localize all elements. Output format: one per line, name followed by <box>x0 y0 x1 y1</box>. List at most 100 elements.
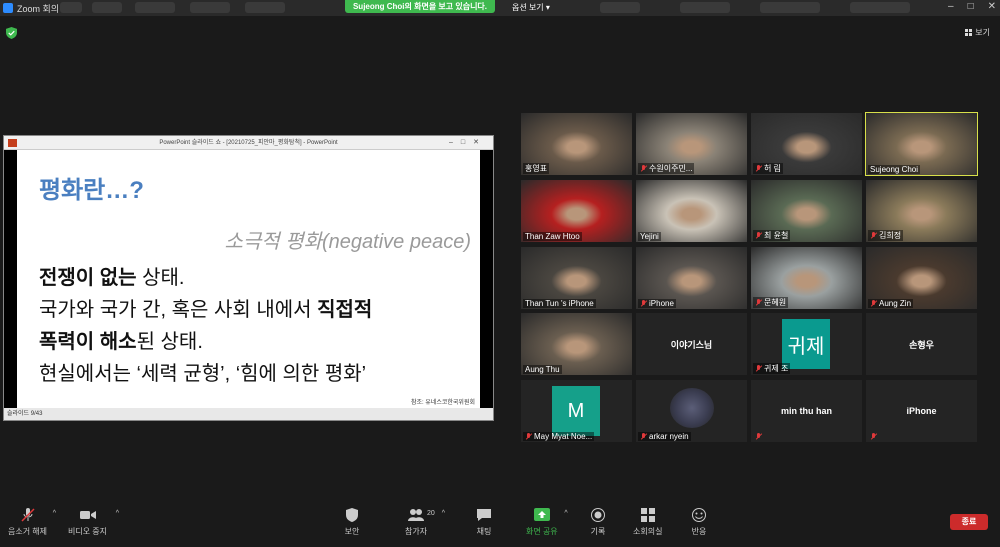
participant-name-label: Aung Thu <box>523 365 562 374</box>
app-title: Zoom 회의 <box>17 3 60 14</box>
view-options-label: 옵션 보기 <box>512 3 544 12</box>
mic-muted-icon <box>525 432 532 441</box>
powerpoint-titlebar: PowerPoint 슬라이드 쇼 - [20210725_피안마_평화탐척] … <box>4 136 493 150</box>
close-icon[interactable]: ✕ <box>988 1 996 12</box>
stop-video-button[interactable]: 비디오 중지 ^ <box>68 508 119 537</box>
participant-name: 문혜원 <box>764 298 787 307</box>
participant-tile[interactable]: arkar nyein <box>636 380 747 442</box>
participant-name: Sujeong Choi <box>870 165 919 174</box>
participant-tile[interactable]: Than Tun 's iPhone <box>521 247 632 309</box>
mic-muted-icon <box>755 231 762 240</box>
participant-name: 수원이주민... <box>649 164 693 173</box>
powerpoint-window-controls: –□✕ <box>449 139 487 146</box>
participant-name-label: Aung Zin <box>868 299 914 308</box>
participant-tile[interactable]: 문혜원 <box>751 247 862 309</box>
participant-name-label: Than Tun 's iPhone <box>523 299 596 308</box>
record-label: 기록 <box>590 527 606 536</box>
slide-title: 평화란…? <box>39 177 144 204</box>
view-label: 보기 <box>975 28 990 37</box>
share-screen-icon <box>533 508 550 521</box>
participant-name: arkar nyein <box>649 432 689 441</box>
slide-line-2: 국가와 국가 간, 혹은 사회 내에서 직접적 <box>39 299 373 321</box>
participant-name-label: Than Zaw Htoo <box>523 232 582 241</box>
security-shield-icon[interactable] <box>6 27 17 39</box>
share-screen-button[interactable]: 화면 공유 ^ <box>526 508 568 537</box>
video-options-caret-icon[interactable]: ^ <box>116 510 119 517</box>
blurred-tab <box>245 2 285 13</box>
participant-name: Aung Thu <box>525 365 560 374</box>
video-camera-icon <box>79 511 96 519</box>
powerpoint-icon <box>8 139 17 147</box>
mic-muted-icon <box>640 299 647 308</box>
smiley-icon <box>692 508 706 522</box>
stop-video-label: 비디오 중지 <box>68 527 108 536</box>
participant-tile[interactable]: M May Myat Noe... <box>521 380 632 442</box>
slide-letterbox-right <box>480 150 493 408</box>
participant-tile[interactable]: 허 림 <box>751 113 862 175</box>
participant-tile[interactable]: 손형우 <box>866 313 977 375</box>
participant-name-center: 손형우 <box>909 339 934 350</box>
participant-name-label: 최 윤철 <box>753 230 791 241</box>
blurred-tab <box>760 2 820 13</box>
participant-profile-image <box>670 388 714 428</box>
slide-line-4: 현실에서는 ‘세력 균형’, ‘힘에 의한 평화’ <box>39 363 367 385</box>
blurred-tab <box>850 2 910 13</box>
blurred-tab <box>600 2 640 13</box>
reactions-button[interactable]: 반응 <box>691 508 707 537</box>
participant-tile[interactable]: Aung Thu <box>521 313 632 375</box>
participant-tile[interactable]: 이야기스님 <box>636 313 747 375</box>
slide: 평화란…? 소극적 평화(negative peace) 전쟁이 없는 상태. … <box>4 150 493 408</box>
slide-letterbox-left <box>4 150 17 408</box>
participant-name-label: 수원이주민... <box>638 163 695 174</box>
participant-tile[interactable]: iPhone <box>866 380 977 442</box>
blurred-tab <box>92 2 122 13</box>
share-options-caret-icon[interactable]: ^ <box>564 510 567 517</box>
participant-tile[interactable]: Aung Zin <box>866 247 977 309</box>
shared-screen: PowerPoint 슬라이드 쇼 - [20210725_피안마_평화탐척] … <box>3 135 494 421</box>
slide-reference: 참조: 유네스코한국위원회 <box>410 400 475 406</box>
participant-tile[interactable]: Than Zaw Htoo <box>521 180 632 242</box>
gallery-view-button[interactable]: 보기 <box>965 27 990 38</box>
participants-label: 참가자 <box>405 527 428 536</box>
security-button[interactable]: 보안 <box>344 508 360 537</box>
participants-button[interactable]: 참가자 20 ^ <box>405 508 445 537</box>
breakout-rooms-button[interactable]: 소회의실 <box>633 508 662 537</box>
minimize-icon[interactable]: – <box>948 1 954 12</box>
participant-tile[interactable]: 김희정 <box>866 180 977 242</box>
participant-tile[interactable]: Sujeong Choi <box>865 112 978 176</box>
participant-tile[interactable]: 최 윤철 <box>751 180 862 242</box>
record-button[interactable]: 기록 <box>590 508 606 537</box>
participant-tile[interactable]: min thu han <box>751 380 862 442</box>
participant-tile[interactable]: Yejini <box>636 180 747 242</box>
blurred-tab <box>190 2 230 13</box>
participant-name: Than Tun 's iPhone <box>525 299 594 308</box>
chat-button[interactable]: 채팅 <box>476 508 492 537</box>
audio-options-caret-icon[interactable]: ^ <box>53 510 56 517</box>
unmute-button[interactable]: 음소거 해제 ^ <box>8 508 56 537</box>
participant-name: 최 윤철 <box>764 231 789 240</box>
participant-tile[interactable]: iPhone <box>636 247 747 309</box>
maximize-icon[interactable]: □ <box>968 1 974 12</box>
slide-subtitle: 소극적 평화(negative peace) <box>224 231 471 253</box>
participant-name: iPhone <box>649 299 674 308</box>
mic-muted-icon <box>870 433 877 441</box>
participant-tile[interactable]: 홍영표 <box>521 113 632 175</box>
participant-name-label: 문혜원 <box>753 297 789 308</box>
mic-muted-icon <box>20 508 35 522</box>
mic-muted-icon <box>640 432 647 441</box>
participants-icon <box>408 509 425 521</box>
view-options-button[interactable]: 옵션 보기 ▾ <box>512 2 550 13</box>
mic-muted-icon <box>755 164 762 173</box>
participant-tile[interactable]: 귀제 귀제 조 <box>751 313 862 375</box>
meeting-toolbar: 음소거 해제 ^ 비디오 중지 ^ 보안 참가자 20 ^ 채팅 화면 공유 ^… <box>0 500 1000 547</box>
participant-name: 귀제 조 <box>764 364 789 373</box>
participant-name-center: min thu han <box>781 406 832 416</box>
participant-tile[interactable]: 수원이주민... <box>636 113 747 175</box>
chat-bubble-icon <box>477 509 491 521</box>
mic-muted-icon <box>870 299 877 308</box>
participants-caret-icon[interactable]: ^ <box>442 510 445 517</box>
mic-muted-icon <box>755 298 762 307</box>
end-meeting-button[interactable]: 종료 <box>950 514 988 530</box>
participant-name: Yejini <box>640 232 659 241</box>
mic-muted-icon <box>870 231 877 240</box>
